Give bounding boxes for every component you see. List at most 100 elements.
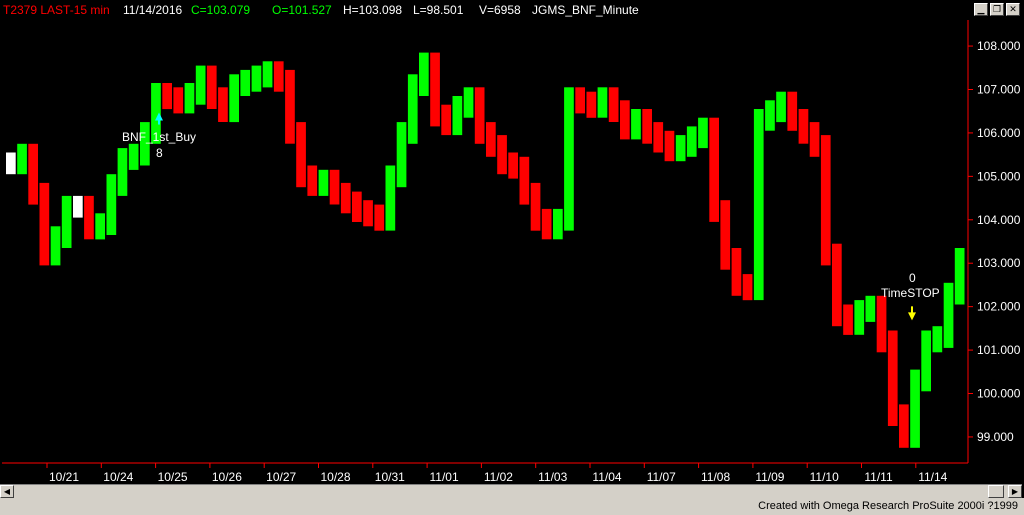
price-bar xyxy=(285,69,295,144)
price-bar xyxy=(854,300,865,335)
price-bar xyxy=(586,91,597,118)
scroll-right-button[interactable]: ▶ xyxy=(1008,485,1022,498)
y-tick-label: 101.000 xyxy=(977,343,1021,357)
price-bar xyxy=(876,295,887,353)
exit-signal-label: TimeSTOP xyxy=(881,286,940,300)
price-bar xyxy=(430,52,440,127)
exit-quantity-label: 0 xyxy=(909,271,916,285)
price-bar xyxy=(608,87,619,122)
arrow-left-icon: ◀ xyxy=(3,487,11,496)
price-bar xyxy=(921,330,931,392)
price-bar xyxy=(519,156,530,205)
price-bar xyxy=(95,213,105,240)
price-bar xyxy=(932,326,943,353)
price-bar xyxy=(642,109,652,144)
price-bar xyxy=(318,169,329,196)
price-bar xyxy=(296,122,306,188)
price-bar xyxy=(620,100,630,140)
y-tick-label: 99.000 xyxy=(977,430,1014,444)
x-tick-label: 11/02 xyxy=(484,470,513,484)
price-bar xyxy=(463,87,474,118)
price-bar xyxy=(17,143,27,175)
price-bar xyxy=(541,208,552,240)
price-bar xyxy=(899,404,909,448)
price-bar xyxy=(240,69,251,96)
price-bar xyxy=(50,226,61,266)
price-bar xyxy=(340,182,351,214)
y-tick-label: 100.000 xyxy=(977,387,1021,401)
price-bar xyxy=(407,74,418,144)
price-bar xyxy=(184,83,195,114)
price-bar xyxy=(753,109,764,301)
price-bar xyxy=(497,135,507,175)
price-bar xyxy=(597,87,608,118)
price-bar xyxy=(943,282,954,348)
minimize-button[interactable]: ▁ xyxy=(974,3,988,16)
price-bar xyxy=(742,274,753,301)
price-bar xyxy=(6,152,16,175)
price-bar xyxy=(229,74,239,123)
study-name: JGMS_BNF_Minute xyxy=(532,3,639,17)
price-bar xyxy=(273,61,284,92)
price-bar xyxy=(307,165,318,196)
price-bar xyxy=(128,143,139,170)
x-tick-label: 11/10 xyxy=(810,470,839,484)
price-bar xyxy=(73,195,83,218)
close-value: C=103.079 xyxy=(191,3,251,17)
price-bar xyxy=(195,65,206,105)
price-bar xyxy=(486,122,496,157)
price-bar xyxy=(954,248,965,305)
price-bar xyxy=(731,248,742,296)
y-tick-label: 106.000 xyxy=(977,126,1021,140)
price-bar xyxy=(262,61,273,88)
x-tick-label: 11/03 xyxy=(538,470,567,484)
price-bar xyxy=(474,87,485,144)
price-bar xyxy=(843,304,853,335)
arrow-right-icon: ▶ xyxy=(1011,487,1019,496)
price-bar xyxy=(709,117,719,222)
price-bar xyxy=(798,109,809,144)
scroll-left-button[interactable]: ◀ xyxy=(0,485,14,498)
open-value: O=101.527 xyxy=(272,3,332,17)
price-bar xyxy=(765,100,775,131)
close-icon: ✕ xyxy=(1009,5,1017,15)
price-bar xyxy=(887,330,898,426)
close-button[interactable]: ✕ xyxy=(1006,3,1020,16)
x-tick-label: 10/26 xyxy=(212,470,242,484)
x-tick-label: 10/25 xyxy=(158,470,188,484)
price-bar xyxy=(776,91,786,123)
chart-header: T2379 LAST-15 min 11/14/2016 C=103.079 O… xyxy=(0,0,970,20)
price-bar xyxy=(352,191,362,222)
restore-icon: ❐ xyxy=(992,5,1002,15)
buy-quantity-label: 8 xyxy=(156,146,163,160)
x-tick-label: 10/21 xyxy=(49,470,79,484)
price-bar xyxy=(809,122,820,157)
scroll-thumb[interactable] xyxy=(988,485,1004,498)
price-bar xyxy=(218,87,228,122)
x-tick-label: 10/27 xyxy=(266,470,296,484)
horizontal-scrollbar[interactable]: ◀ ▶ xyxy=(0,484,1022,499)
price-bar xyxy=(441,104,451,136)
price-bar xyxy=(329,169,340,205)
price-bar xyxy=(206,65,217,109)
x-tick-label: 11/11 xyxy=(864,470,893,484)
price-bar xyxy=(910,369,920,448)
price-bar xyxy=(664,130,675,162)
volume-value: V=6958 xyxy=(479,3,521,17)
price-bar xyxy=(39,182,50,266)
price-bar xyxy=(575,87,585,114)
price-bar xyxy=(720,200,731,270)
price-bar xyxy=(686,126,697,157)
price-bar xyxy=(28,143,38,205)
y-tick-label: 108.000 xyxy=(977,39,1021,53)
price-bar xyxy=(61,195,72,248)
x-tick-label: 11/04 xyxy=(592,470,621,484)
exit-arrow-icon xyxy=(908,312,916,321)
price-bar xyxy=(162,83,172,110)
restore-button[interactable]: ❐ xyxy=(990,3,1004,16)
price-bar xyxy=(653,122,664,153)
price-bar xyxy=(865,295,876,322)
price-bar xyxy=(84,195,94,240)
price-bar xyxy=(820,135,831,266)
x-tick-label: 11/09 xyxy=(755,470,784,484)
